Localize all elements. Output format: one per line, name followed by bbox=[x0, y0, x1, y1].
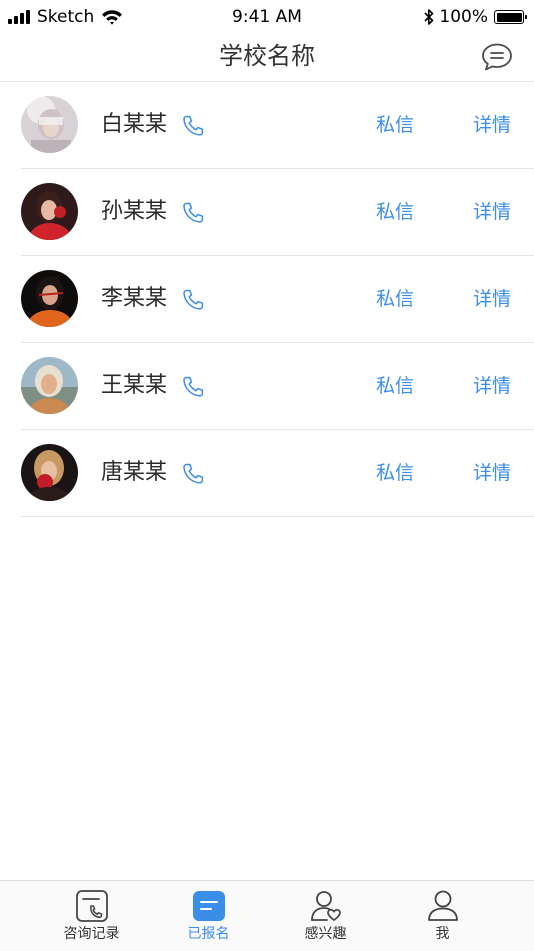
contact-row[interactable]: 唐某某 私信 详情 bbox=[21, 430, 534, 517]
tab-me[interactable]: 我 bbox=[384, 881, 501, 951]
tab-consult-record[interactable]: 咨询记录 bbox=[33, 881, 150, 951]
private-message-link[interactable]: 私信 bbox=[376, 198, 414, 226]
detail-link[interactable]: 详情 bbox=[473, 198, 511, 226]
battery-icon bbox=[494, 10, 527, 24]
detail-link[interactable]: 详情 bbox=[473, 285, 511, 313]
avatar[interactable] bbox=[21, 270, 78, 327]
detail-link[interactable]: 详情 bbox=[473, 111, 511, 139]
avatar[interactable] bbox=[21, 96, 78, 153]
contact-name: 白某某 bbox=[101, 112, 168, 137]
tab-label: 已报名 bbox=[187, 926, 230, 942]
consult-record-icon bbox=[75, 890, 108, 922]
battery-percentage: 100% bbox=[439, 7, 488, 27]
tab-bar: 咨询记录 已报名 感兴趣 我 bbox=[0, 880, 534, 951]
bluetooth-icon bbox=[424, 9, 434, 25]
nav-bar: 学校名称 bbox=[0, 34, 534, 82]
contact-list: 白某某 私信 详情 孙某某 私信 详情 李某某 私信 详情 王某某 私信 详情 … bbox=[0, 82, 534, 517]
contact-row[interactable]: 孙某某 私信 详情 bbox=[21, 169, 534, 256]
detail-link[interactable]: 详情 bbox=[473, 372, 511, 400]
user-icon bbox=[427, 890, 458, 921]
contact-row[interactable]: 白某某 私信 详情 bbox=[21, 82, 534, 169]
chat-bubble-icon[interactable] bbox=[481, 42, 513, 72]
phone-icon[interactable] bbox=[181, 462, 205, 486]
tab-bar-spacer bbox=[0, 881, 33, 951]
registered-icon bbox=[192, 891, 225, 921]
interested-icon bbox=[310, 891, 341, 921]
tab-label: 感兴趣 bbox=[304, 926, 347, 942]
contact-row[interactable]: 王某某 私信 详情 bbox=[21, 343, 534, 430]
contact-name: 李某某 bbox=[101, 286, 168, 311]
phone-icon[interactable] bbox=[181, 201, 205, 225]
detail-link[interactable]: 详情 bbox=[473, 459, 511, 487]
status-bar-right: 100% bbox=[424, 6, 527, 28]
phone-icon[interactable] bbox=[181, 114, 205, 138]
tab-registered[interactable]: 已报名 bbox=[150, 881, 267, 951]
tab-label: 我 bbox=[435, 926, 450, 942]
private-message-link[interactable]: 私信 bbox=[376, 372, 414, 400]
avatar[interactable] bbox=[21, 357, 78, 414]
private-message-link[interactable]: 私信 bbox=[376, 111, 414, 139]
page-title: 学校名称 bbox=[219, 42, 315, 70]
contact-name: 唐某某 bbox=[101, 460, 168, 485]
phone-icon[interactable] bbox=[181, 288, 205, 312]
avatar[interactable] bbox=[21, 444, 78, 501]
private-message-link[interactable]: 私信 bbox=[376, 285, 414, 313]
tab-interested[interactable]: 感兴趣 bbox=[267, 881, 384, 951]
contact-name: 孙某某 bbox=[101, 199, 168, 224]
phone-icon[interactable] bbox=[181, 375, 205, 399]
tab-label: 咨询记录 bbox=[63, 926, 120, 942]
status-bar: Sketch 9:41 AM 100% bbox=[0, 0, 534, 34]
contact-name: 王某某 bbox=[101, 373, 168, 398]
avatar[interactable] bbox=[21, 183, 78, 240]
private-message-link[interactable]: 私信 bbox=[376, 459, 414, 487]
contact-row[interactable]: 李某某 私信 详情 bbox=[21, 256, 534, 343]
